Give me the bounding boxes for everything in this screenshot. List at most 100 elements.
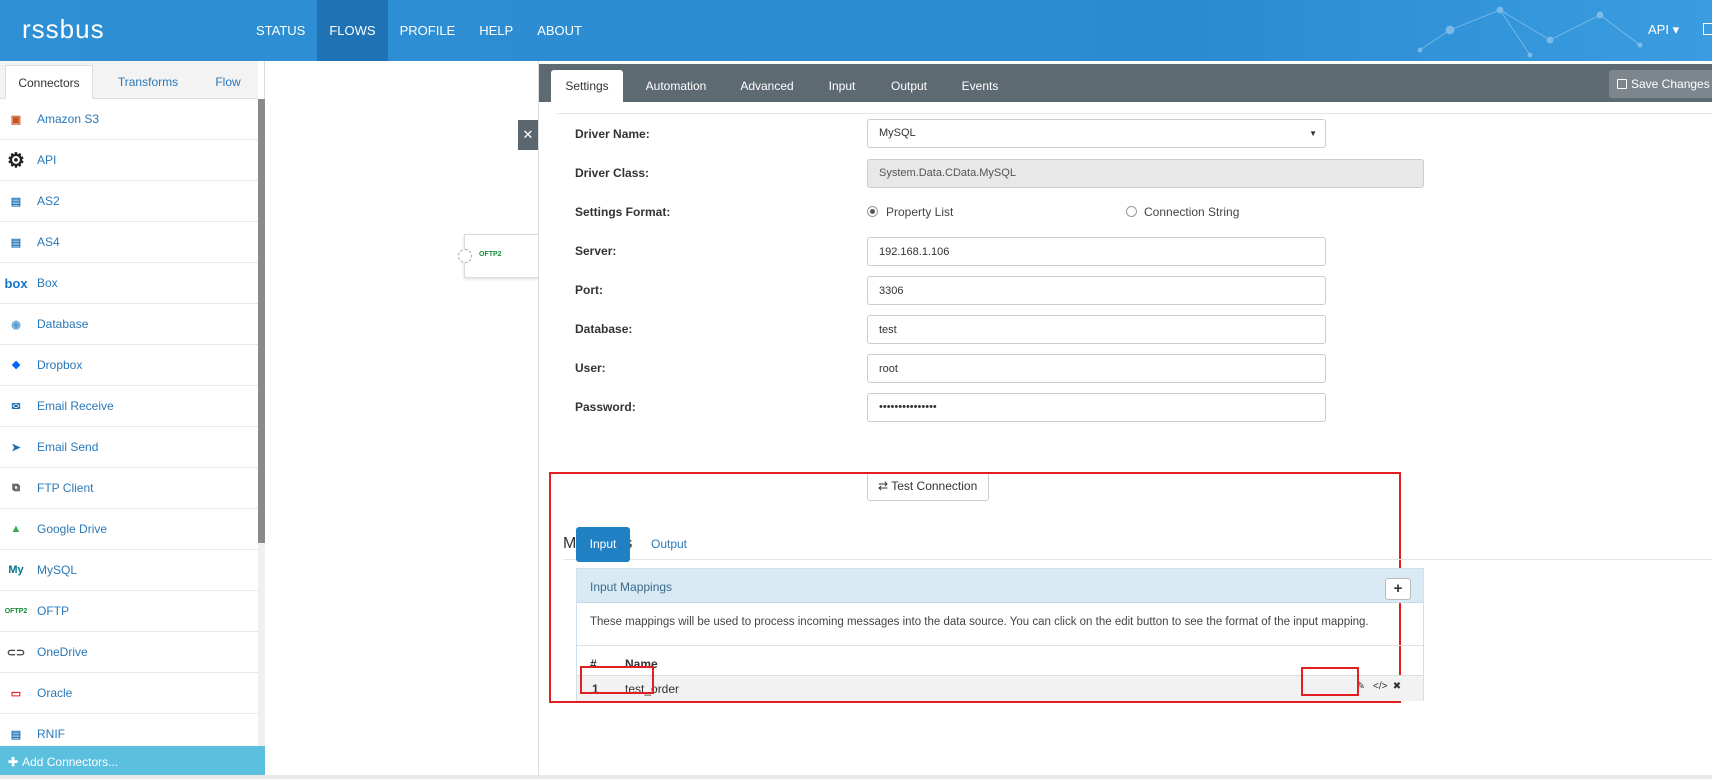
radio-property-list[interactable]	[867, 206, 878, 217]
sidebar-item-box[interactable]: box Box	[0, 263, 258, 304]
api-dropdown[interactable]: API ▾	[1648, 22, 1679, 38]
code-icon[interactable]: </>	[1373, 681, 1387, 693]
user-label: User:	[575, 361, 606, 375]
node-label: OFTP2	[479, 251, 502, 258]
sidebar-item-label: OneDrive	[37, 645, 88, 659]
connector-list: ▣ Amazon S3 ⚙ API ▤ AS2 ▤ AS4 box Box ◉ Database ❖ Dr…	[0, 99, 258, 747]
database-input[interactable]	[867, 315, 1326, 344]
sidebar-item-dropbox[interactable]: ❖ Dropbox	[0, 345, 258, 386]
input-mappings-title: Input Mappings	[590, 580, 673, 594]
nav-flows[interactable]: FLOWS	[317, 0, 388, 61]
scroll-thumb[interactable]	[258, 99, 265, 543]
mappings-tab-output[interactable]: Output	[637, 527, 701, 562]
delete-icon[interactable]: ✖	[1391, 681, 1403, 693]
sidebar-item-label: Email Receive	[37, 399, 114, 413]
sidebar-item-email-send[interactable]: ➤ Email Send	[0, 427, 258, 468]
sidebar-item-label: Dropbox	[37, 358, 83, 372]
caret-down-icon: ▼	[1309, 129, 1317, 138]
user-input[interactable]	[867, 354, 1326, 383]
nav-profile[interactable]: PROFILE	[388, 0, 468, 61]
google-drive-icon: ▲	[10, 523, 22, 535]
amazon-s3-icon: ▣	[10, 113, 22, 126]
oftp-icon: OFTP2	[4, 607, 28, 615]
ftp-icon: ⧉	[12, 481, 20, 494]
radio-connection-string[interactable]	[1126, 206, 1137, 217]
sidebar-item-oracle[interactable]: ▭ Oracle	[0, 673, 258, 714]
table-row[interactable]: 1 test_order ✎ </> ✖	[577, 675, 1423, 701]
save-icon	[1617, 79, 1627, 89]
nav-status[interactable]: STATUS	[244, 0, 317, 61]
server-label: Server:	[575, 244, 617, 258]
network-decoration	[1417, 6, 1643, 58]
database-icon: ◉	[11, 318, 21, 331]
logout-icon[interactable]	[1703, 23, 1712, 35]
tab-output[interactable]: Output	[879, 70, 939, 102]
sidebar-item-api[interactable]: ⚙ API	[0, 140, 258, 181]
add-mapping-button[interactable]: +	[1385, 578, 1411, 600]
password-input[interactable]: •••••••••••••••	[867, 393, 1326, 422]
nav-help[interactable]: HELP	[467, 0, 525, 61]
sidebar-item-label: OFTP	[37, 604, 69, 618]
settings-panel: Database Connection Settings Automation …	[538, 61, 1712, 779]
rnif-icon: ▤	[10, 728, 22, 741]
gears-icon: ⚙	[7, 149, 25, 172]
node-port[interactable]	[458, 249, 472, 263]
sidebar-tabs: Connectors Transforms Flow	[0, 61, 258, 99]
brand-logo[interactable]: rssbus	[22, 14, 105, 45]
sidebar-item-as2[interactable]: ▤ AS2	[0, 181, 258, 222]
driver-name-select[interactable]: MySQL ▼	[867, 119, 1326, 148]
driver-name-value: MySQL	[879, 127, 916, 139]
sidebar-item-label: API	[37, 153, 57, 167]
save-changes-label: Save Changes	[1631, 77, 1710, 91]
nav-about[interactable]: ABOUT	[525, 0, 594, 61]
as4-icon: ▤	[10, 236, 22, 249]
input-mappings-panel: Input Mappings + These mappings will be …	[576, 568, 1424, 701]
flow-node-oftp2[interactable]: OFTP2	[458, 234, 540, 278]
save-changes-button[interactable]: Save Changes	[1609, 70, 1712, 98]
driver-class-label: Driver Class:	[575, 166, 650, 180]
close-icon: ✕	[522, 127, 534, 142]
sidebar-item-label: Amazon S3	[37, 112, 100, 126]
property-list-label[interactable]: Property List	[886, 205, 953, 219]
sidebar-item-oftp[interactable]: OFTP2 OFTP	[0, 591, 258, 632]
add-connectors-label: Add Connectors...	[22, 755, 119, 769]
tab-transforms[interactable]: Transforms	[100, 65, 196, 99]
input-mappings-description: These mappings will be used to process i…	[590, 616, 1369, 628]
sidebar-item-email-receive[interactable]: ✉ Email Receive	[0, 386, 258, 427]
sidebar-item-label: Google Drive	[37, 522, 108, 536]
sidebar-item-as4[interactable]: ▤ AS4	[0, 222, 258, 263]
flow-canvas[interactable]	[265, 61, 538, 779]
database-label: Database:	[575, 322, 633, 336]
server-input[interactable]	[867, 237, 1326, 266]
sidebar-item-ftp-client[interactable]: ⧉ FTP Client	[0, 468, 258, 509]
sidebar-item-mysql[interactable]: My MySQL	[0, 550, 258, 591]
tab-connectors[interactable]: Connectors	[5, 65, 93, 99]
tab-advanced[interactable]: Advanced	[729, 70, 805, 102]
tab-settings[interactable]: Settings	[551, 70, 623, 102]
sidebar-scrollbar[interactable]	[258, 99, 265, 747]
mappings-tab-input[interactable]: Input	[576, 527, 630, 562]
sidebar-item-label: MySQL	[37, 563, 78, 577]
sidebar-item-label: RNIF	[37, 727, 65, 741]
sidebar-item-amazon-s3[interactable]: ▣ Amazon S3	[0, 99, 258, 140]
tab-flow[interactable]: Flow	[196, 65, 260, 99]
dropbox-icon: ❖	[11, 359, 21, 372]
tab-events[interactable]: Events	[952, 70, 1008, 102]
close-panel-button[interactable]: ✕	[518, 120, 538, 150]
main-nav: STATUS FLOWS PROFILE HELP ABOUT	[244, 0, 594, 61]
input-mappings-header: Input Mappings +	[577, 569, 1423, 603]
section-divider	[557, 113, 1712, 114]
tab-automation[interactable]: Automation	[636, 70, 716, 102]
sidebar-item-label: Box	[37, 276, 58, 290]
panel-tabs: Settings Automation Advanced Input Outpu…	[539, 64, 1712, 102]
sidebar-item-label: Oracle	[37, 686, 73, 700]
driver-class-field: System.Data.CData.MySQL	[867, 159, 1424, 188]
sidebar-item-rnif[interactable]: ▤ RNIF	[0, 714, 258, 747]
sidebar-item-onedrive[interactable]: ⊂⊃ OneDrive	[0, 632, 258, 673]
sidebar-item-google-drive[interactable]: ▲ Google Drive	[0, 509, 258, 550]
sidebar-item-database[interactable]: ◉ Database	[0, 304, 258, 345]
connection-string-label[interactable]: Connection String	[1144, 205, 1239, 219]
tab-input[interactable]: Input	[819, 70, 865, 102]
port-input[interactable]	[867, 276, 1326, 305]
box-icon: box	[4, 275, 28, 291]
